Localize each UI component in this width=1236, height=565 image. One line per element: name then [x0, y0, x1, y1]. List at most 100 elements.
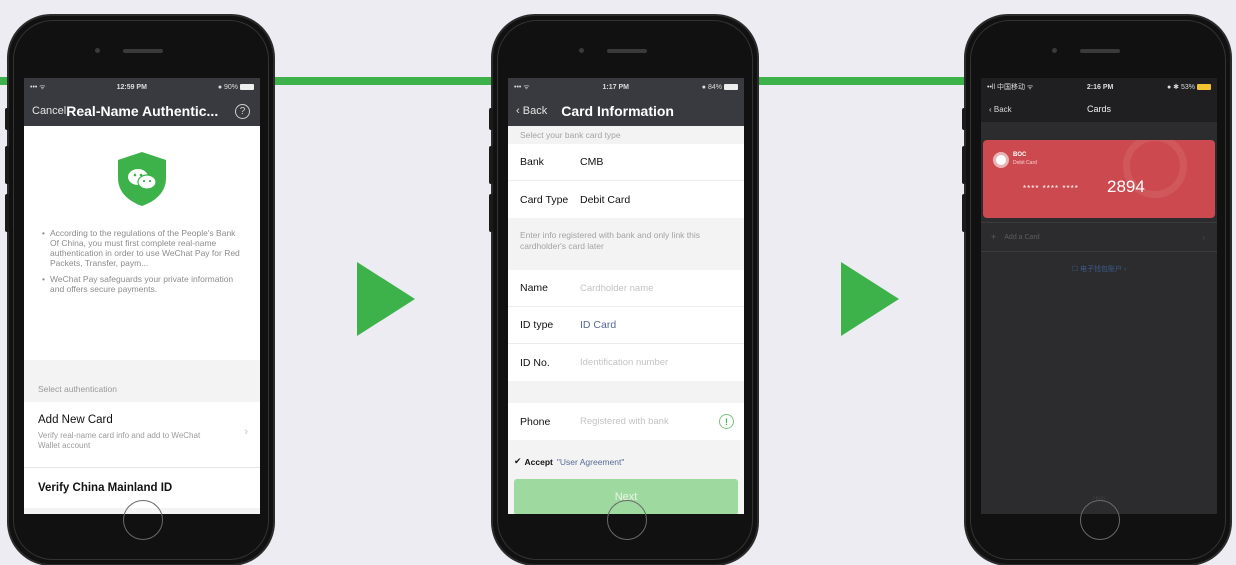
- phone-row: Phone Registered with bank !: [508, 403, 744, 440]
- status-time: 12:59 PM: [116, 83, 147, 91]
- battery-icon: [723, 83, 738, 90]
- status-signal: ••ll 中国移动 ᯤ: [987, 84, 1034, 91]
- name-row: Name Cardholder name: [508, 270, 744, 307]
- field-label: Card Type: [520, 193, 569, 206]
- bank-name: BOC: [1013, 152, 1027, 158]
- field-value: Debit Card: [580, 193, 631, 206]
- phone-side-button: [489, 108, 493, 130]
- card-type: Debit Card: [1013, 160, 1037, 166]
- field-label: ID No.: [520, 356, 550, 369]
- status-battery: ● 84%: [702, 84, 738, 91]
- bank-form-group: Bank CMB Card Type Debit Card: [508, 144, 744, 218]
- field-label: Bank: [520, 156, 544, 168]
- status-battery: ● ✱ 53%: [1167, 83, 1211, 91]
- id-form-group: Name Cardholder name ID type ID Card ID …: [508, 270, 744, 381]
- phone-side-button: [5, 194, 9, 232]
- wechat-shield-icon: [116, 150, 168, 208]
- battery-icon: [1196, 84, 1211, 91]
- page-title: Real-Name Authentic...: [66, 103, 219, 119]
- status-time: 1:17 PM: [602, 83, 629, 91]
- page-title: Card Information: [561, 103, 674, 119]
- arrow-right-icon: [841, 262, 899, 336]
- info-bullet: WeChat Pay safeguards your private infor…: [42, 274, 246, 294]
- phone-speaker: [123, 49, 163, 53]
- info-icon[interactable]: !: [719, 414, 734, 429]
- user-agreement-link[interactable]: "User Agreement": [557, 457, 624, 467]
- status-bar: ••• ᯤ 12:59 PM ● 90%: [24, 78, 260, 96]
- cardholder-hint: Enter info registered with bank and only…: [520, 230, 701, 251]
- question-circle-icon[interactable]: ?: [235, 104, 250, 119]
- status-bar: ••ll 中国移动 ᯤ 2:16 PM ● ✱ 53%: [981, 78, 1217, 96]
- status-time: 2:16 PM: [1086, 83, 1114, 91]
- bank-card[interactable]: BOC Debit Card **** **** **** 2894: [983, 140, 1215, 218]
- accept-label: Accept: [524, 456, 553, 467]
- home-button: [1080, 500, 1120, 540]
- back-button[interactable]: ‹ Back: [516, 105, 547, 117]
- screen-card-information: ••• ᯤ 1:17 PM ● 84% ‹ Back Card Informat…: [508, 78, 744, 514]
- phone-side-button: [5, 146, 9, 184]
- phone-side-button: [5, 108, 9, 130]
- option-title: Add New Card: [38, 414, 113, 426]
- bank-row[interactable]: Bank CMB: [508, 144, 744, 181]
- auth-intro-panel: According to the regulations of the Peop…: [24, 126, 260, 360]
- boc-logo-icon: [993, 152, 1009, 168]
- back-button[interactable]: ‹ Back: [989, 105, 1012, 114]
- card-number-mask: **** **** ****: [1023, 184, 1079, 193]
- battery-icon: [240, 83, 254, 90]
- field-value: CMB: [580, 156, 604, 168]
- connector-line: [270, 77, 500, 85]
- home-button: [607, 500, 647, 540]
- status-battery: ● 90%: [218, 84, 254, 91]
- nav-bar: ‹ Back Cards: [981, 96, 1217, 122]
- phone-frame-3: ••ll 中国移动 ᯤ 2:16 PM ● ✱ 53% ‹ Back Cards…: [962, 14, 1232, 565]
- card-type-row[interactable]: Card Type Debit Card: [508, 181, 744, 218]
- nav-bar: ‹ Back Card Information: [508, 96, 744, 126]
- home-button: [123, 500, 163, 540]
- phone-side-button: [489, 194, 493, 232]
- field-value: ID Card: [580, 319, 617, 331]
- status-signal: ••• ᯤ: [514, 83, 530, 91]
- phone-input[interactable]: Registered with bank: [580, 416, 669, 427]
- page-title: Cards: [1086, 104, 1111, 114]
- field-label: Name: [520, 282, 549, 294]
- phone-side-button: [962, 194, 966, 232]
- name-input[interactable]: Cardholder name: [580, 283, 653, 294]
- info-bullet: According to the regulations of the Peop…: [42, 228, 246, 268]
- checkmark-icon[interactable]: ✔: [514, 456, 522, 467]
- screen-real-name-auth: ••• ᯤ 12:59 PM ● 90% Cancel Real-Name Au…: [24, 78, 260, 514]
- option-subtitle: Verify real-name card info and add to We…: [38, 431, 201, 450]
- nav-bar: Cancel Real-Name Authentic... ?: [24, 96, 260, 126]
- id-number-row: ID No. Identification number: [508, 344, 744, 381]
- phone-frame-1: ••• ᯤ 12:59 PM ● 90% Cancel Real-Name Au…: [5, 14, 275, 565]
- status-bar: ••• ᯤ 1:17 PM ● 84%: [508, 78, 744, 96]
- cancel-button[interactable]: Cancel: [32, 105, 66, 117]
- plus-icon: +: [991, 232, 997, 242]
- bank-type-hint: Select your bank card type: [520, 130, 621, 140]
- add-card-label: Add a Card: [1004, 233, 1040, 241]
- connector-line: [753, 77, 983, 85]
- chevron-right-icon: ›: [1202, 232, 1205, 242]
- wallet-account-link[interactable]: ☐ 电子钱包账户 ›: [981, 264, 1217, 274]
- phone-speaker: [1080, 49, 1120, 53]
- add-card-row[interactable]: + Add a Card ›: [981, 222, 1217, 252]
- phone-camera: [579, 48, 584, 53]
- accept-agreement: ✔ Accept "User Agreement": [508, 440, 744, 467]
- phone-speaker: [607, 49, 647, 53]
- auth-info-list: According to the regulations of the Peop…: [24, 208, 260, 294]
- phone-frame-2: ••• ᯤ 1:17 PM ● 84% ‹ Back Card Informat…: [489, 14, 759, 565]
- chevron-right-icon: ›: [244, 426, 248, 438]
- phone-camera: [1052, 48, 1057, 53]
- field-label: Phone: [520, 415, 551, 428]
- id-type-row[interactable]: ID type ID Card: [508, 307, 744, 344]
- arrow-right-icon: [357, 262, 415, 336]
- status-signal: ••• ᯤ: [30, 83, 46, 91]
- section-label: Select authentication: [38, 384, 117, 394]
- screen-cards: ••ll 中国移动 ᯤ 2:16 PM ● ✱ 53% ‹ Back Cards…: [981, 78, 1217, 514]
- phone-side-button: [962, 146, 966, 184]
- phone-form-group: Phone Registered with bank !: [508, 403, 744, 440]
- id-number-input[interactable]: Identification number: [580, 357, 668, 368]
- field-label: ID type: [520, 319, 554, 331]
- card-last-digits: 2894: [1107, 177, 1145, 196]
- phone-side-button: [962, 108, 966, 130]
- add-new-card-option[interactable]: Add New Card Verify real-name card info …: [24, 402, 260, 468]
